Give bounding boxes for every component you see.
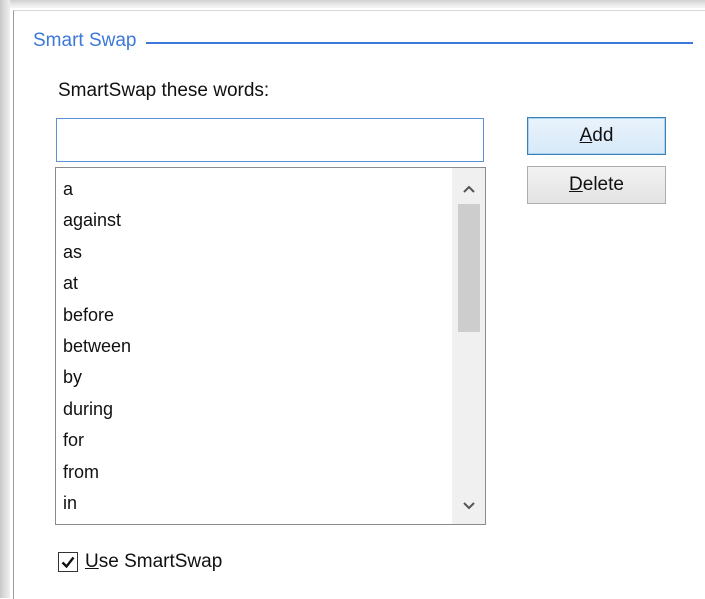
delete-button-label: elete <box>582 174 624 195</box>
window-shadow-left <box>0 0 10 598</box>
chevron-down-icon <box>462 501 475 509</box>
group-divider <box>146 41 693 44</box>
list-item[interactable]: a <box>56 174 452 205</box>
delete-button[interactable]: Delete <box>527 166 666 204</box>
window-frame: Smart Swap SmartSwap these words: Add De… <box>0 0 705 599</box>
word-list-scrollbar[interactable] <box>452 168 485 524</box>
chevron-up-icon <box>462 185 475 193</box>
list-item[interactable]: by <box>56 362 452 393</box>
list-item[interactable]: for <box>56 425 452 456</box>
scroll-down-button[interactable] <box>452 489 485 522</box>
add-button-access-key: A <box>579 125 593 146</box>
scroll-thumb[interactable] <box>458 204 480 332</box>
use-smartswap-option[interactable]: Use SmartSwap <box>58 551 222 573</box>
use-smartswap-access-key: U <box>85 551 99 572</box>
delete-button-access-key: D <box>569 174 583 195</box>
list-item[interactable]: at <box>56 268 452 299</box>
swap-words-label: SmartSwap these words: <box>58 80 270 101</box>
list-item[interactable]: in <box>56 488 452 519</box>
new-word-input[interactable] <box>56 118 484 162</box>
smart-swap-group-header: Smart Swap <box>33 30 693 52</box>
add-button[interactable]: Add <box>527 117 666 155</box>
group-title: Smart Swap <box>33 30 137 51</box>
use-smartswap-label: Use SmartSwap <box>85 551 222 573</box>
checkmark-icon <box>61 556 75 569</box>
use-smartswap-label-rest: se SmartSwap <box>98 551 223 572</box>
list-item[interactable]: during <box>56 394 452 425</box>
window-shadow-top <box>0 0 705 8</box>
list-item[interactable]: against <box>56 205 452 236</box>
use-smartswap-checkbox[interactable] <box>58 552 78 572</box>
word-list-items: a against as at before between by during for from… <box>56 168 452 524</box>
list-item[interactable]: between <box>56 331 452 362</box>
add-button-label: dd <box>592 125 614 146</box>
swap-words-list[interactable]: a against as at before between by during for from… <box>55 167 486 525</box>
list-item[interactable]: from <box>56 457 452 488</box>
list-item[interactable]: as <box>56 237 452 268</box>
scroll-up-button[interactable] <box>452 172 485 205</box>
list-item[interactable]: before <box>56 300 452 331</box>
